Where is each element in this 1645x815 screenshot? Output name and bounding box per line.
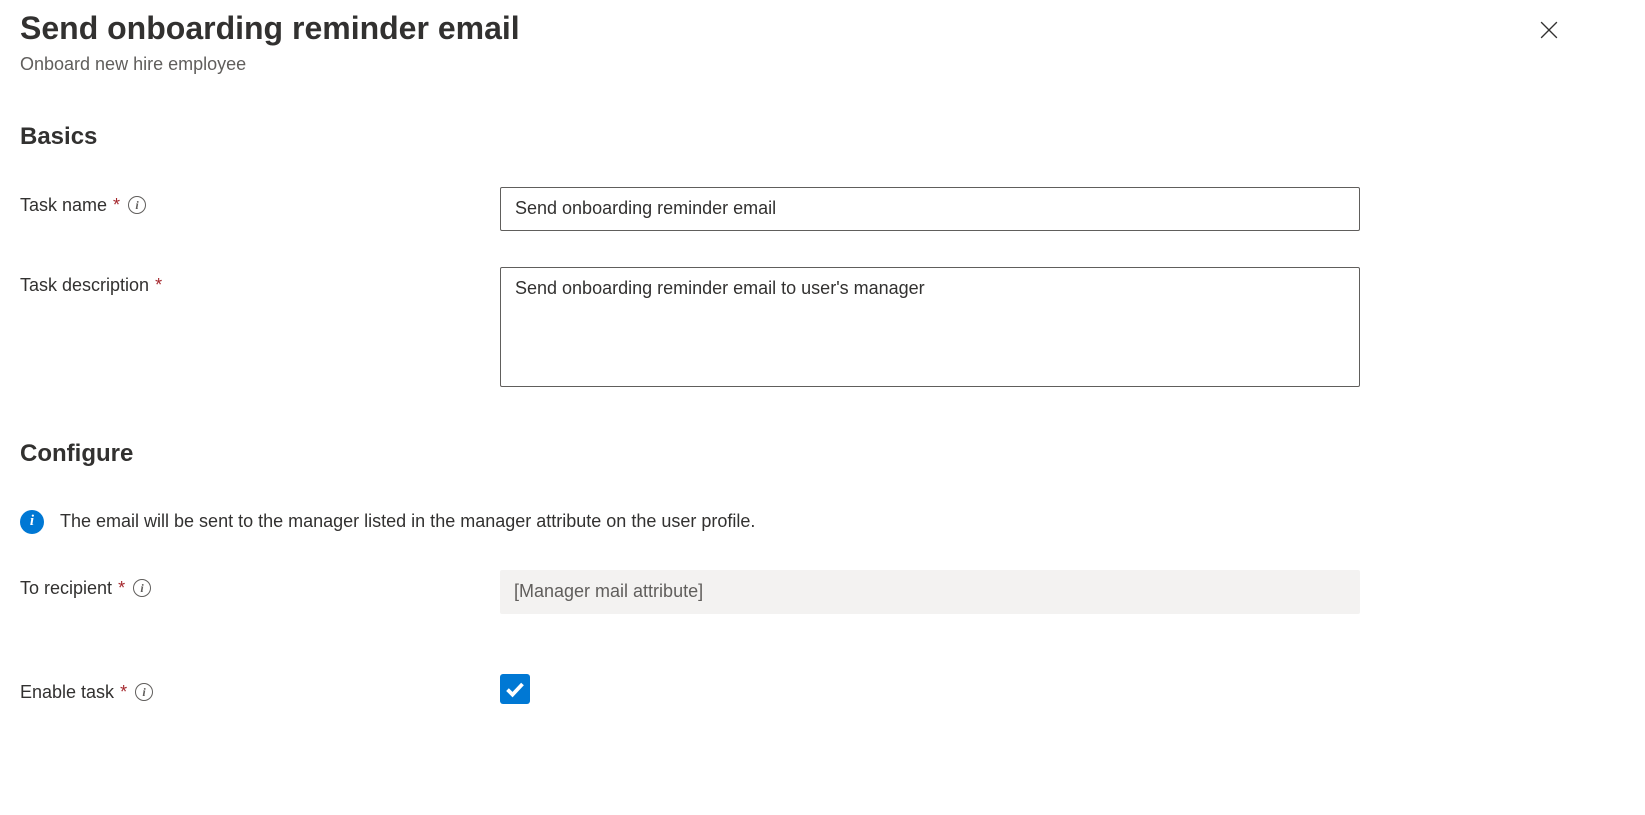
enable-task-checkbox[interactable]	[500, 674, 530, 704]
required-indicator: *	[155, 275, 162, 296]
task-description-input[interactable]	[500, 267, 1360, 387]
info-banner-text: The email will be sent to the manager li…	[60, 511, 755, 532]
task-description-label: Task description	[20, 275, 149, 296]
info-icon: i	[20, 510, 44, 534]
page-title: Send onboarding reminder email	[20, 8, 520, 50]
configure-heading: Configure	[20, 440, 1625, 468]
to-recipient-field: [Manager mail attribute]	[500, 570, 1360, 614]
close-button[interactable]	[1533, 14, 1565, 46]
close-icon	[1540, 21, 1558, 39]
required-indicator: *	[118, 578, 125, 599]
info-icon[interactable]: i	[133, 579, 151, 597]
required-indicator: *	[120, 682, 127, 703]
info-icon[interactable]: i	[128, 196, 146, 214]
task-name-label: Task name	[20, 195, 107, 216]
checkmark-icon	[505, 679, 525, 699]
info-icon[interactable]: i	[135, 683, 153, 701]
basics-heading: Basics	[20, 123, 1625, 151]
page-subtitle: Onboard new hire employee	[20, 54, 520, 75]
enable-task-label: Enable task	[20, 682, 114, 703]
required-indicator: *	[113, 195, 120, 216]
task-name-input[interactable]	[500, 187, 1360, 231]
to-recipient-label: To recipient	[20, 578, 112, 599]
